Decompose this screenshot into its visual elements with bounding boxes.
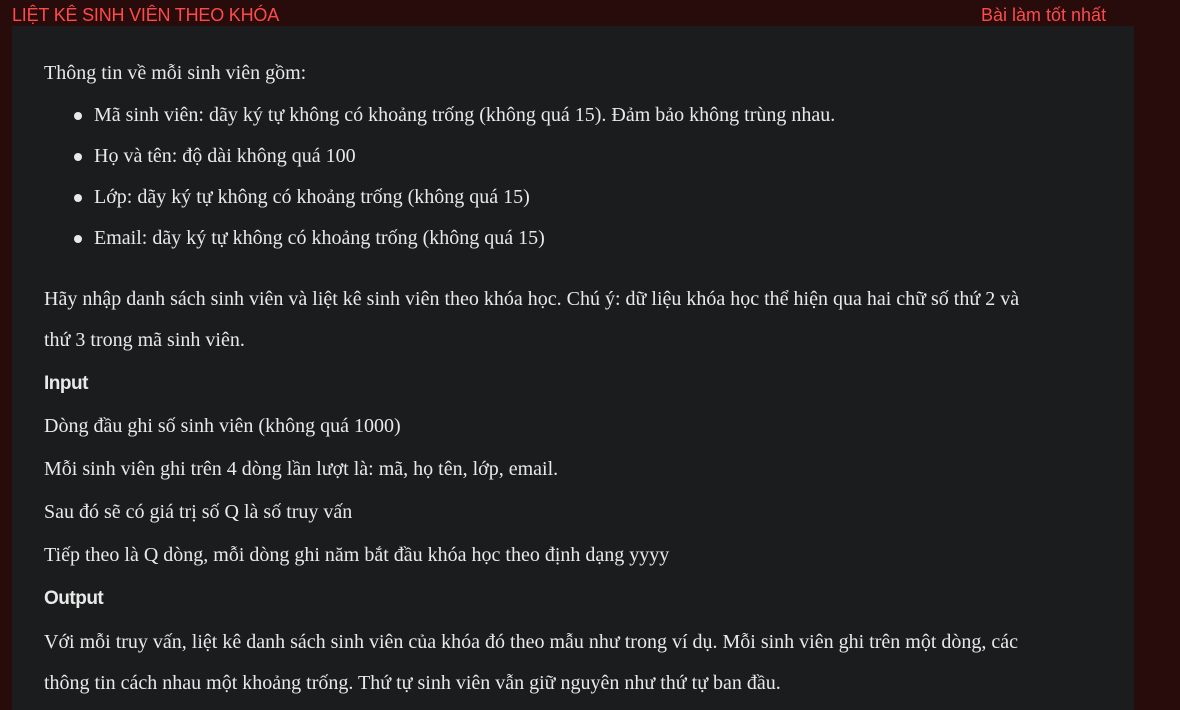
input-line: Mỗi sinh viên ghi trên 4 dòng lần lượt l… [44, 458, 559, 480]
bullet-icon [74, 112, 82, 120]
input-line: Sau đó sẽ có giá trị số Q là số truy vấn [44, 501, 353, 523]
task-description-line-2: thứ 3 trong mã sinh viên. [44, 329, 245, 351]
input-heading: Input [44, 373, 88, 394]
task-description-line-1: Hãy nhập danh sách sinh viên và liệt kê … [44, 288, 1020, 310]
best-submission-link[interactable]: Bài làm tốt nhất [981, 5, 1106, 26]
field-class: Lớp: dãy ký tự không có khoảng trống (kh… [94, 186, 530, 208]
problem-title[interactable]: LIỆT KÊ SINH VIÊN THEO KHÓA [12, 5, 279, 26]
output-heading: Output [44, 588, 104, 609]
output-line-2: thông tin cách nhau một khoảng trống. Th… [44, 672, 781, 694]
bullet-icon [74, 153, 82, 161]
intro-text: Thông tin về mỗi sinh viên gồm: [44, 62, 307, 84]
bullet-icon [74, 194, 82, 202]
field-student-id: Mã sinh viên: dãy ký tự không có khoảng … [94, 104, 836, 126]
input-line: Dòng đầu ghi số sinh viên (không quá 100… [44, 415, 401, 437]
bullet-icon [74, 235, 82, 243]
output-line-1: Với mỗi truy vấn, liệt kê danh sách sinh… [44, 631, 1019, 653]
field-full-name: Họ và tên: độ dài không quá 100 [94, 145, 356, 167]
problem-statement-panel: Thông tin về mỗi sinh viên gồm: Mã sinh … [12, 26, 1134, 710]
field-email: Email: dãy ký tự không có khoảng trống (… [94, 227, 545, 249]
input-line: Tiếp theo là Q dòng, mỗi dòng ghi năm bắ… [44, 544, 670, 566]
